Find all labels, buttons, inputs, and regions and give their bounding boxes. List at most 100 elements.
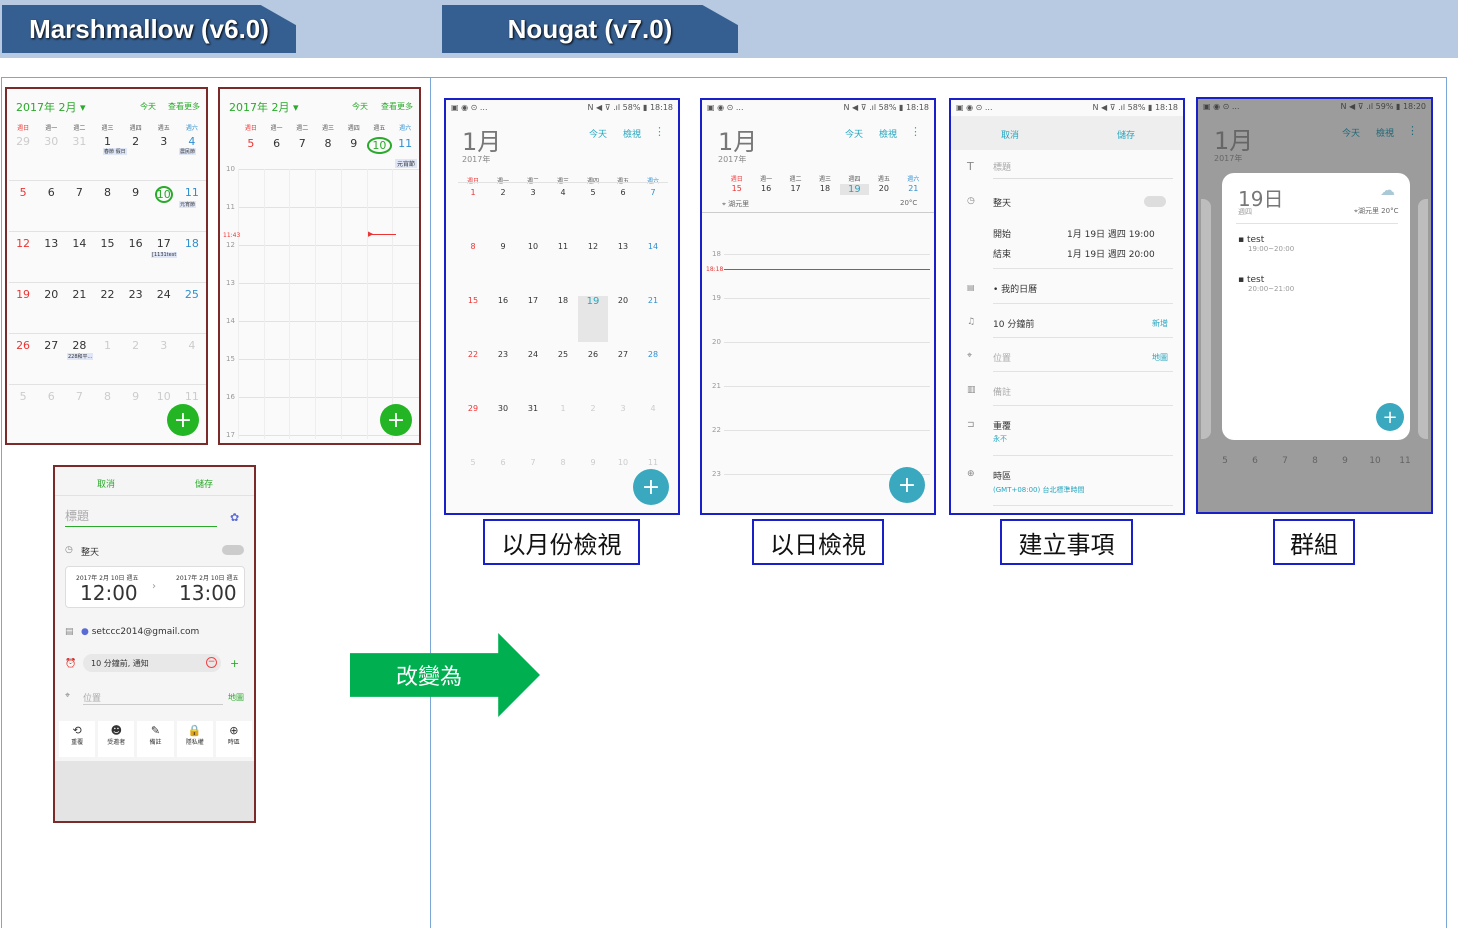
- day-cell[interactable]: 20: [37, 288, 65, 301]
- day-cell[interactable]: 6: [264, 137, 290, 154]
- n-month-today[interactable]: 今天: [589, 127, 607, 140]
- day-cell[interactable]: 13: [608, 242, 638, 251]
- m-day-event[interactable]: 元宵節: [395, 159, 418, 168]
- day-cell[interactable]: 2: [122, 339, 150, 352]
- tool-button[interactable]: ⊕ 時區: [215, 721, 253, 757]
- day-cell[interactable]: 15: [458, 296, 488, 342]
- day-cell[interactable]: 21: [65, 288, 93, 301]
- group-event-item[interactable]: ▪ test 19:00~20:00: [1238, 235, 1398, 253]
- repeat-value[interactable]: 永不: [993, 434, 1007, 444]
- day-cell[interactable]: 9: [578, 458, 608, 467]
- day-cell[interactable]: 24: [150, 288, 178, 301]
- cancel-button[interactable]: 取消: [1001, 128, 1019, 141]
- day-cell[interactable]: 1: [548, 404, 578, 413]
- tool-button[interactable]: ☻ 受邀者: [98, 721, 135, 757]
- add-event-fab[interactable]: +: [380, 404, 412, 436]
- day-cell[interactable]: 2: [488, 188, 518, 197]
- day-cell[interactable]: 19: [839, 184, 870, 195]
- n-day-view[interactable]: 檢視: [879, 127, 897, 140]
- day-cell[interactable]: 20: [869, 184, 898, 195]
- day-cell[interactable]: 20: [608, 296, 638, 342]
- day-cell[interactable]: 31: [518, 404, 548, 413]
- day-cell[interactable]: 12: [9, 237, 37, 250]
- day-cell[interactable]: 10: [1360, 456, 1390, 466]
- day-cell[interactable]: 22: [458, 350, 488, 359]
- day-cell[interactable]: 5: [9, 390, 37, 403]
- start-time[interactable]: 12:00: [80, 581, 138, 605]
- day-cell[interactable]: 26: [578, 350, 608, 359]
- day-cell[interactable]: 10: [366, 137, 393, 154]
- day-cell[interactable]: 6: [37, 186, 65, 203]
- palette-icon[interactable]: ✿: [230, 511, 239, 524]
- m-day-more[interactable]: 查看更多: [381, 101, 413, 112]
- day-cell[interactable]: 7: [289, 137, 315, 154]
- day-cell[interactable]: 14: [638, 242, 668, 251]
- day-cell[interactable]: 11: [178, 390, 206, 403]
- day-cell[interactable]: 23: [488, 350, 518, 359]
- day-group-card[interactable]: 19日 週四 ☁ ⌖湖元里 20°C ▪ test 19:00~20:00 ▪ te…: [1222, 173, 1410, 440]
- event-chip[interactable]: [1131test: [151, 252, 178, 258]
- day-cell[interactable]: 6: [608, 188, 638, 197]
- day-cell[interactable]: 7: [65, 186, 93, 203]
- save-button[interactable]: 儲存: [195, 477, 213, 490]
- day-cell[interactable]: 8: [458, 242, 488, 251]
- time-range-card[interactable]: 2017年 2月 10日 週五 12:00 › 2017年 2月 10日 週五 …: [65, 566, 245, 608]
- day-cell[interactable]: 22: [93, 288, 121, 301]
- day-cell[interactable]: 28: [65, 339, 93, 352]
- location-input[interactable]: 位置: [83, 691, 223, 705]
- day-cell[interactable]: 11: [638, 458, 668, 467]
- day-cell[interactable]: 5: [458, 458, 488, 467]
- day-cell[interactable]: 7: [65, 390, 93, 403]
- day-cell[interactable]: 10: [150, 186, 178, 203]
- tool-button[interactable]: ⟲ 重覆: [59, 721, 96, 757]
- cancel-button[interactable]: 取消: [97, 477, 115, 490]
- day-cell[interactable]: 1: [93, 339, 121, 352]
- day-cell[interactable]: 29: [458, 404, 488, 413]
- add-event-fab[interactable]: +: [889, 467, 925, 503]
- day-cell[interactable]: 23: [122, 288, 150, 301]
- event-chip[interactable]: 元宵節: [179, 201, 197, 208]
- save-button[interactable]: 儲存: [1117, 128, 1135, 141]
- day-cell[interactable]: 17: [518, 296, 548, 342]
- day-cell[interactable]: 31: [65, 135, 93, 148]
- account-field[interactable]: ● setccc2014@gmail.com: [81, 627, 199, 637]
- day-cell[interactable]: 29: [9, 135, 37, 148]
- day-cell[interactable]: 26: [9, 339, 37, 352]
- more-vert-icon[interactable]: ⋮: [654, 125, 665, 138]
- day-cell[interactable]: 18: [548, 296, 578, 342]
- location-input[interactable]: 位置: [993, 351, 1011, 364]
- allday-toggle[interactable]: [1144, 196, 1166, 207]
- add-event-fab[interactable]: +: [167, 404, 199, 436]
- title-input[interactable]: 標題: [65, 507, 217, 527]
- next-card-peek[interactable]: [1418, 199, 1428, 439]
- day-cell[interactable]: 9: [122, 390, 150, 403]
- add-event-fab[interactable]: +: [1376, 403, 1404, 431]
- day-cell[interactable]: 30: [37, 135, 65, 148]
- day-cell[interactable]: 17: [781, 184, 810, 195]
- allday-toggle[interactable]: [222, 545, 244, 555]
- day-cell[interactable]: 4: [178, 339, 206, 352]
- day-cell[interactable]: 4: [548, 188, 578, 197]
- tool-button[interactable]: ✎ 備註: [137, 721, 174, 757]
- day-cell[interactable]: 12: [578, 242, 608, 251]
- day-cell[interactable]: 3: [150, 135, 178, 148]
- event-chip[interactable]: 春節 假日: [103, 148, 127, 155]
- m-month-more[interactable]: 查看更多: [168, 101, 200, 112]
- day-cell[interactable]: 16: [488, 296, 518, 342]
- n-month-view[interactable]: 檢視: [623, 127, 641, 140]
- day-cell[interactable]: 5: [1210, 456, 1240, 466]
- day-cell[interactable]: 15: [722, 184, 751, 195]
- day-cell[interactable]: 18: [178, 237, 206, 250]
- day-cell[interactable]: 8: [93, 186, 121, 203]
- day-cell[interactable]: 25: [178, 288, 206, 301]
- day-cell[interactable]: 5: [9, 186, 37, 203]
- day-cell[interactable]: 2: [122, 135, 150, 148]
- day-cell[interactable]: 6: [1240, 456, 1270, 466]
- day-cell[interactable]: 3: [608, 404, 638, 413]
- day-cell[interactable]: 4: [178, 135, 206, 148]
- day-cell[interactable]: 18: [810, 184, 839, 195]
- day-cell[interactable]: 21: [638, 296, 668, 342]
- day-cell[interactable]: 3: [518, 188, 548, 197]
- day-cell[interactable]: 19: [9, 288, 37, 301]
- event-chip[interactable]: 農民節: [179, 148, 197, 155]
